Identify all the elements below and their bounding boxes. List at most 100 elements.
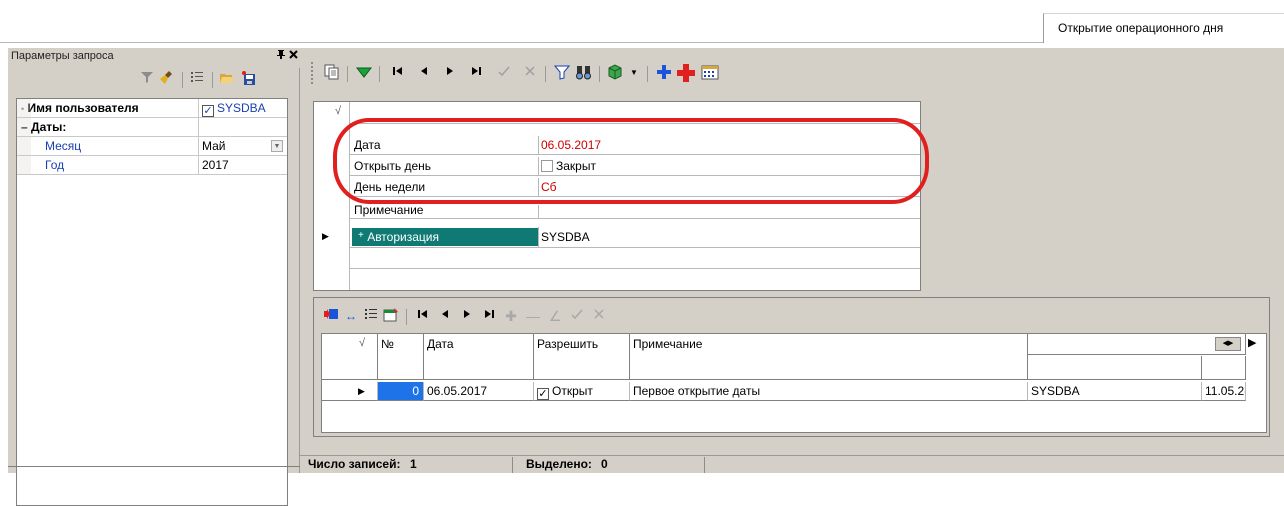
param-year-label: Год (45, 158, 65, 172)
column-header-label: Примечание (633, 337, 703, 351)
column-header-auth-date[interactable]: Дата (1202, 356, 1246, 380)
column-header-label: Автор (1032, 360, 1065, 374)
pin-icon[interactable] (276, 49, 286, 63)
copy-icon[interactable] (323, 64, 341, 82)
authorization-band[interactable]: + Авторизация (352, 228, 538, 246)
query-parameters-grid: • Имя пользователя ✓ SYSDBA – Даты: Месяц… (16, 98, 288, 506)
toolbar-separator (182, 72, 183, 88)
cell-allow[interactable]: ✓ Открыт (534, 382, 630, 401)
scroll-right-icon[interactable]: ▶ (1248, 336, 1256, 349)
column-header-label: Разрешить (537, 337, 599, 351)
list-icon[interactable] (362, 307, 380, 325)
param-username-value[interactable]: ✓ SYSDBA (198, 99, 287, 117)
filter-icon[interactable] (553, 64, 571, 82)
cell-author[interactable]: SYSDBA (1028, 382, 1202, 401)
next-icon[interactable] (441, 64, 459, 82)
param-month-value[interactable]: Май (198, 137, 268, 155)
status-separator (512, 457, 513, 473)
minus-icon: — (526, 308, 540, 324)
close-icon[interactable] (289, 48, 298, 62)
filter-icon[interactable] (138, 70, 156, 88)
last-icon[interactable] (480, 307, 498, 325)
cell-num[interactable]: 0 (378, 382, 424, 401)
check-mark-icon: √ (335, 105, 342, 117)
checkbox-checked[interactable]: ✓ (537, 388, 549, 400)
toolbar-grip[interactable] (311, 62, 314, 84)
add-blue-icon[interactable] (655, 64, 673, 82)
insert-icon[interactable] (322, 307, 340, 325)
row-indicator-gutter (17, 99, 31, 175)
collapse-icon[interactable]: – (1032, 339, 1037, 349)
check-mark-icon: √ (359, 337, 366, 349)
column-header-note[interactable]: Примечание (630, 334, 1028, 380)
param-label: Даты: (31, 120, 67, 134)
band-scroll-arrows-icon[interactable]: ◀▶ (1215, 337, 1241, 351)
toolbar-separator (647, 66, 648, 82)
form-empty-area (350, 248, 920, 290)
cell-date[interactable]: 06.05.2017 (424, 382, 534, 401)
field-label: Примечание (354, 203, 424, 217)
param-year-value[interactable]: 2017 (198, 156, 287, 174)
form-field-authorization[interactable]: + Авторизация SYSDBA (350, 227, 920, 248)
column-divider (538, 205, 539, 219)
row-indicator[interactable]: ▶ (322, 382, 378, 401)
panel-bottom-border (8, 466, 300, 467)
annotation-highlight-ellipse (333, 118, 929, 204)
records-count-value: 1 (410, 457, 417, 471)
field-label: Авторизация (367, 230, 439, 244)
main-toolbar: ▼ (305, 54, 1280, 92)
band-header-label: Авторизация (1040, 338, 1113, 352)
plus-icon: ✚ (505, 308, 517, 324)
cancel-icon (590, 307, 608, 325)
column-header-allow[interactable]: Разрешить (534, 334, 630, 380)
param-row-month[interactable]: Месяц Май ▼ (17, 137, 287, 156)
prev-icon[interactable] (436, 307, 454, 325)
cell-note[interactable]: Первое открытие даты (630, 382, 1028, 401)
form-divider (350, 268, 920, 269)
cube-icon[interactable] (607, 64, 625, 82)
band-header-authorization[interactable]: – Авторизация ◀▶ (1028, 334, 1246, 355)
save-icon[interactable] (240, 70, 258, 88)
checkbox-checked[interactable]: ✓ (202, 105, 214, 117)
cell-auth-date[interactable]: 11.05.2( (1202, 382, 1246, 401)
dropdown-arrow-icon[interactable]: ▼ (271, 140, 283, 152)
param-group-dates[interactable]: – Даты: (17, 118, 287, 137)
first-icon[interactable] (389, 64, 407, 82)
table-icon[interactable] (382, 307, 400, 325)
last-icon[interactable] (467, 64, 485, 82)
param-username-label: • Имя пользователя (17, 99, 198, 117)
tab-open-operational-day[interactable]: Открытие операционного дня (1043, 13, 1284, 43)
open-folder-icon[interactable] (218, 70, 236, 88)
dropdown-arrow-icon[interactable]: ▼ (625, 64, 643, 82)
add-red-icon[interactable] (677, 64, 695, 82)
toolbar-separator (545, 66, 546, 82)
expand-icon[interactable]: + (358, 230, 364, 241)
calendar-icon[interactable] (701, 64, 719, 82)
column-header-author[interactable]: Автор (1028, 356, 1202, 380)
expand-icon[interactable]: ↔ (342, 307, 360, 325)
column-divider (198, 118, 199, 137)
apply-icon[interactable] (355, 64, 373, 82)
form-field-note[interactable]: Примечание (350, 203, 920, 219)
selected-count-label: Выделено: (526, 457, 592, 471)
next-icon[interactable] (458, 307, 476, 325)
param-row-username[interactable]: • Имя пользователя ✓ SYSDBA (17, 99, 287, 118)
first-icon[interactable] (414, 307, 432, 325)
panel-title: Параметры запроса (8, 48, 300, 68)
up-icon: ∠ (548, 308, 562, 324)
column-header-date[interactable]: Дата (424, 334, 534, 380)
status-bar: Число записей: 1 Выделено: 0 (300, 455, 1284, 473)
column-header-label: № (381, 337, 394, 351)
find-icon[interactable] (575, 64, 593, 82)
column-divider (538, 227, 539, 248)
checkbox-label: Открыт (552, 384, 593, 398)
param-row-year[interactable]: Год 2017 (17, 156, 287, 175)
toolbar-separator (406, 309, 407, 325)
records-count-label: Число записей: (308, 457, 401, 471)
field-value-authorization[interactable]: SYSDBA (541, 230, 590, 244)
list-icon[interactable] (188, 70, 206, 88)
cancel-icon (521, 64, 539, 82)
prev-icon[interactable] (415, 64, 433, 82)
broom-icon[interactable] (158, 70, 176, 88)
column-header-num[interactable]: № (378, 334, 424, 380)
